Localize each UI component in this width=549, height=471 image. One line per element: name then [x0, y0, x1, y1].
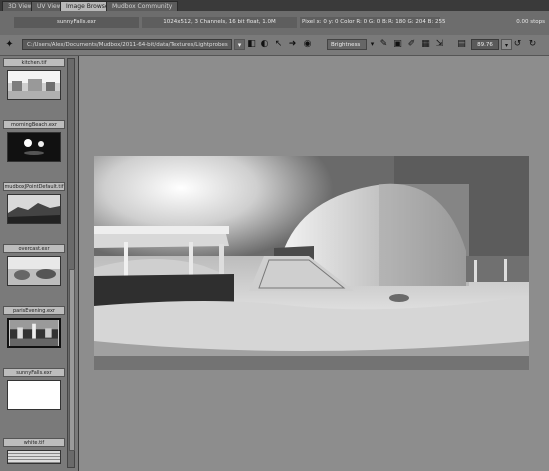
thumbnail-image[interactable]	[7, 132, 61, 162]
tab-bar: 3D View UV View Image Browser Mudbox Com…	[0, 0, 549, 11]
color-values: R: 180 G: 204 B: 255	[388, 17, 445, 28]
brush-icon[interactable]: ✐	[406, 39, 417, 50]
up-arrow-icon[interactable]: ↖	[273, 39, 284, 50]
thumbnail-item-sunnyfalls[interactable]: sunnyFalls.exr	[3, 368, 65, 410]
fit-view-icon[interactable]: ▤	[456, 39, 467, 50]
navigate-icon[interactable]: ✦	[4, 39, 15, 50]
thumbnail-label: mudboxJPointDefault.tif	[3, 182, 65, 191]
path-dropdown-icon[interactable]: ▾	[234, 39, 245, 50]
pixel-info: Pixel x: 0 y: 0 Color R: 0 G: 0 B: 0	[300, 17, 390, 28]
folder-icon[interactable]: ◧	[246, 39, 257, 50]
zoom-dropdown-icon[interactable]: ▾	[501, 39, 512, 50]
eyedropper-icon[interactable]: ✎	[378, 39, 389, 50]
thumbnail-item-kitchen[interactable]: kitchen.tif	[3, 58, 65, 100]
thumbnail-image[interactable]	[7, 450, 61, 464]
refresh-circle-icon[interactable]: ◉	[302, 39, 313, 50]
grid-icon[interactable]: ▦	[420, 39, 431, 50]
filename-display: sunnyFalls.exr	[14, 17, 139, 28]
scrollbar-thumb[interactable]	[69, 269, 75, 451]
thumbnail-item-parisevening[interactable]: parisEvening.exr	[3, 306, 65, 348]
channel-icon[interactable]: ▣	[392, 39, 403, 50]
image-browser-toolbar: ✦ C:/Users/Alex/Documents/Mudbox/2011-64…	[0, 35, 549, 56]
thumbnail-image[interactable]	[7, 380, 61, 410]
thumbnail-label: parisEvening.exr	[3, 306, 65, 315]
file-details: 1024x512, 3 Channels, 16 bit float, 1.0M	[142, 17, 297, 28]
thumbnail-label: sunnyFalls.exr	[3, 368, 65, 377]
rotate-left-icon[interactable]: ↺	[512, 39, 523, 50]
export-icon[interactable]: ⇲	[434, 39, 445, 50]
thumbnail-sidebar: kitchen.tif morningBeach.exr mudboxJPoin…	[0, 56, 79, 471]
zoom-field[interactable]: 89.76	[471, 39, 499, 50]
thumbnail-label: kitchen.tif	[3, 58, 65, 67]
rotate-right-icon[interactable]: ↻	[527, 39, 538, 50]
hdr-image-preview[interactable]	[94, 156, 529, 370]
path-field[interactable]: C:/Users/Alex/Documents/Mudbox/2011-64-b…	[22, 39, 232, 50]
thumbnail-scrollbar[interactable]	[67, 58, 75, 468]
forward-arrow-icon[interactable]: ➜	[287, 39, 298, 50]
back-icon[interactable]: ◐	[259, 39, 270, 50]
thumbnail-label: overcast.exr	[3, 244, 65, 253]
image-info-bar: sunnyFalls.exr 1024x512, 3 Channels, 16 …	[0, 11, 549, 36]
mode-dropdown-icon[interactable]: ▾	[367, 39, 378, 50]
thumbnail-item-overcast[interactable]: overcast.exr	[3, 244, 65, 286]
mode-select[interactable]: Brightness	[327, 39, 367, 50]
thumbnail-item-morningbeach[interactable]: morningBeach.exr	[3, 120, 65, 162]
thumbnail-image[interactable]	[7, 256, 61, 286]
thumbnail-image[interactable]	[7, 70, 61, 100]
thumbnail-label: white.tif	[3, 438, 65, 447]
thumbnail-image[interactable]	[7, 318, 61, 348]
tab-mudbox-community[interactable]: Mudbox Community	[106, 1, 179, 11]
stops-value: 0.00 stops	[516, 19, 545, 25]
thumbnail-label: morningBeach.exr	[3, 120, 65, 129]
thumbnail-item-mudboxjpointdefault[interactable]: mudboxJPointDefault.tif	[3, 182, 65, 224]
thumbnail-image[interactable]	[7, 194, 61, 224]
thumbnail-item-white[interactable]: white.tif	[3, 438, 65, 464]
